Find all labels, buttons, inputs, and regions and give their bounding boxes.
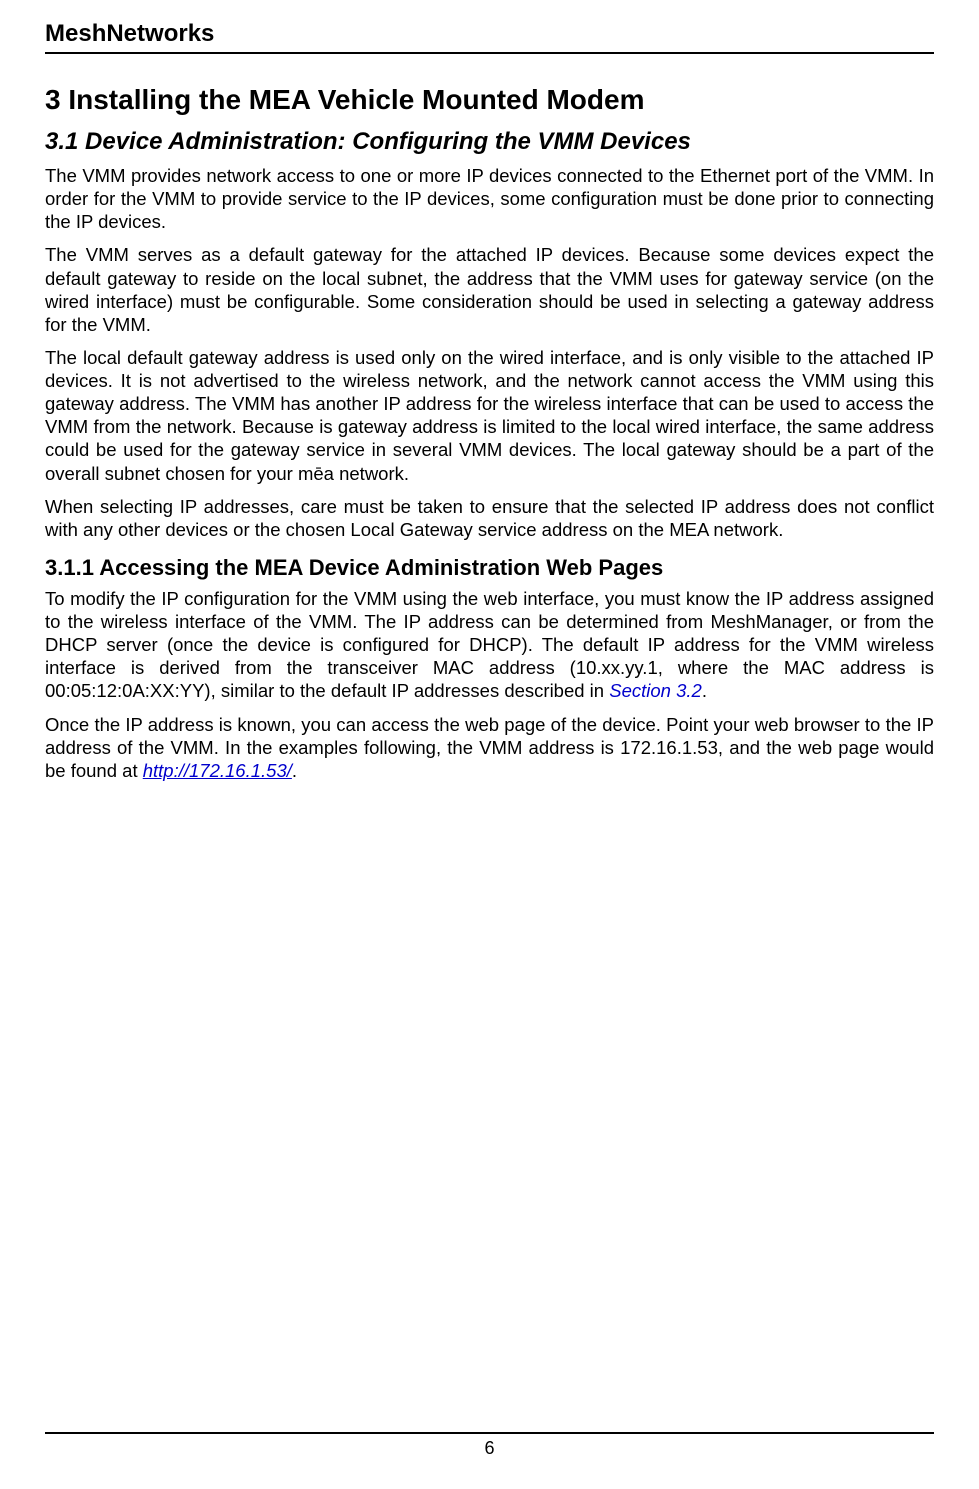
paragraph-ip-known: Once the IP address is known, you can ac… <box>45 713 934 782</box>
url-link[interactable]: http://172.16.1.53/ <box>143 760 292 781</box>
paragraph-web-access: To modify the IP configuration for the V… <box>45 587 934 703</box>
heading-level-1: 3 Installing the MEA Vehicle Mounted Mod… <box>45 84 934 116</box>
paragraph-ip-conflict: When selecting IP addresses, care must b… <box>45 495 934 541</box>
paragraph-text-end: . <box>292 760 297 781</box>
page-footer: 6 <box>45 1432 934 1459</box>
page-number: 6 <box>484 1438 494 1458</box>
document-header-title: MeshNetworks <box>45 20 934 54</box>
section-reference-link[interactable]: Section 3.2 <box>609 680 702 701</box>
heading-level-2: 3.1 Device Administration: Configuring t… <box>45 128 934 156</box>
heading-level-3: 3.1.1 Accessing the MEA Device Administr… <box>45 555 934 581</box>
paragraph-intro: The VMM provides network access to one o… <box>45 164 934 233</box>
paragraph-gateway: The VMM serves as a default gateway for … <box>45 243 934 336</box>
paragraph-text: To modify the IP configuration for the V… <box>45 588 934 702</box>
paragraph-text-end: . <box>702 680 707 701</box>
paragraph-local-gateway: The local default gateway address is use… <box>45 346 934 485</box>
